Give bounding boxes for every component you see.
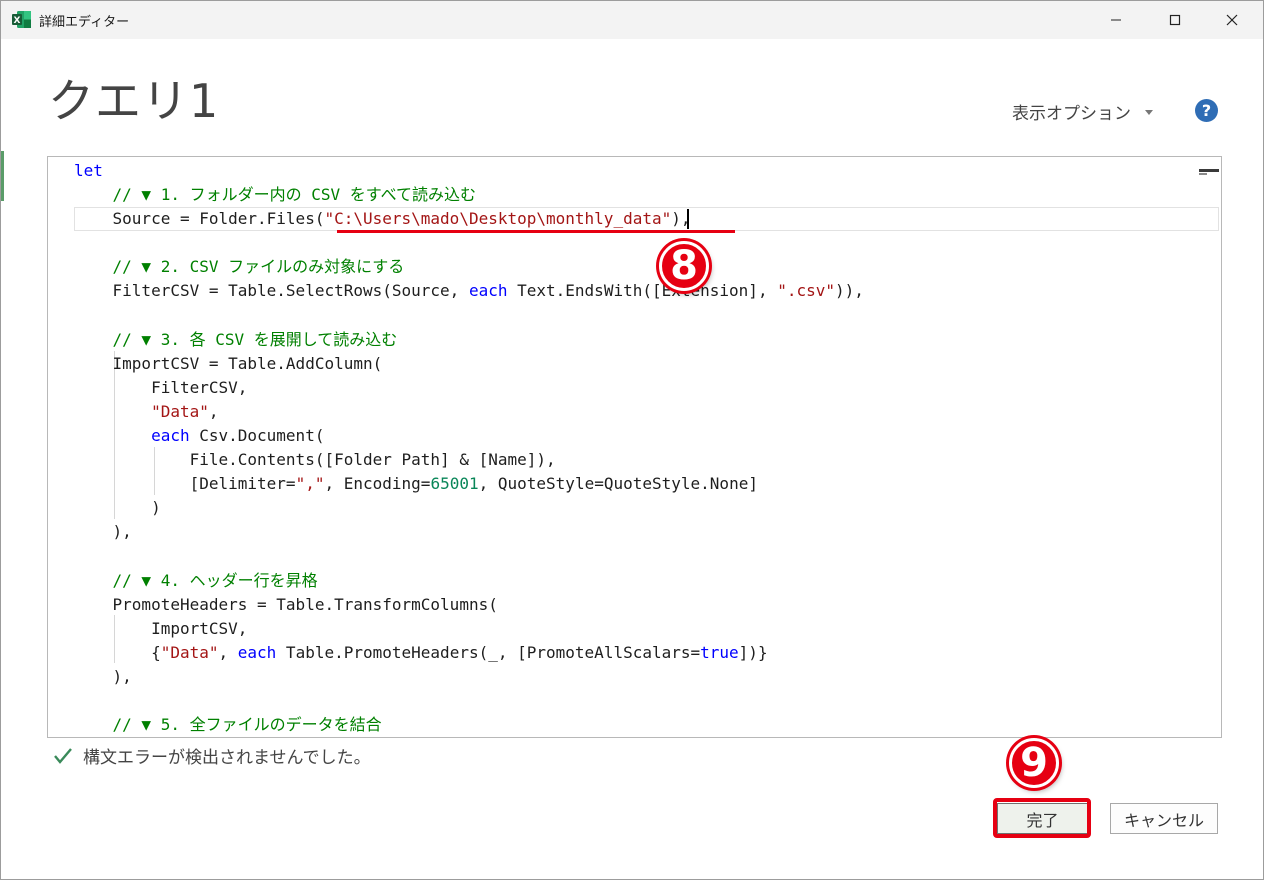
code-token: FilterCSV = Table.SelectRows(Source, [74, 281, 469, 301]
window-title: 詳細エディター [39, 15, 130, 30]
code-token: "C:\Users\mado\Desktop\monthly_data" [324, 209, 672, 229]
text-cursor [687, 209, 689, 229]
code-token: true [700, 642, 739, 662]
code-line: ImportCSV = Table.AddColumn( [74, 352, 864, 376]
code-line: let [74, 159, 864, 183]
code-token: , QuoteStyle=QuoteStyle.None] [478, 474, 758, 494]
code-token: ImportCSV, [74, 618, 248, 638]
maximize-icon [1169, 14, 1181, 26]
code-line: // ▼ 3. 各 CSV を展開して読み込む [74, 328, 864, 352]
code-token: // ▼ 2. CSV ファイルのみ対象にする [74, 257, 405, 277]
code-token: 65001 [430, 474, 479, 494]
close-button[interactable] [1209, 1, 1255, 39]
code-line: [Delimiter=",", Encoding=65001, QuoteSty… [74, 472, 864, 496]
code-line: "Data", [74, 400, 864, 424]
code-line: ) [74, 496, 864, 520]
help-icon[interactable]: ? [1195, 99, 1218, 122]
code-line: // ▼ 1. フォルダー内の CSV をすべて読み込む [74, 183, 864, 207]
display-options-label: 表示オプション [1012, 104, 1131, 124]
code-token: each [237, 642, 277, 662]
excel-icon: X [12, 11, 31, 28]
query-title: クエリ1 [48, 74, 220, 128]
code-line: // ▼ 5. 全ファイルのデータを結合 [74, 713, 864, 737]
svg-text:X: X [14, 16, 21, 26]
chevron-down-icon [1145, 110, 1153, 115]
code-line: File.Contents([Folder Path] & [Name]), [74, 448, 864, 472]
code-token: , [208, 401, 219, 421]
code-token: each [468, 281, 508, 301]
code-token: ".csv" [777, 281, 835, 301]
code-token: , Encoding= [324, 474, 431, 494]
code-token: Source = Folder.Files( [74, 209, 325, 229]
code-token: ), [74, 666, 132, 686]
code-token: each [151, 426, 190, 446]
code-token: ImportCSV = Table.AddColumn( [74, 353, 383, 373]
title-bar: X 詳細エディター [1, 1, 1263, 39]
advanced-editor-window: X 詳細エディター クエリ1 表示オプション ? let // ▼ 1. フォル… [0, 0, 1264, 880]
code-token: , [218, 642, 238, 662]
code-token: "," [295, 474, 325, 494]
path-underline-annotation [337, 230, 735, 233]
code-line: FilterCSV = Table.SelectRows(Source, eac… [74, 279, 864, 303]
background-strip [1, 151, 4, 201]
code-token: ), [74, 522, 132, 542]
code-token: )), [835, 281, 864, 301]
code-line: ), [74, 665, 864, 689]
code-token: File.Contents([Folder Path] & [Name]), [74, 450, 556, 470]
code-line: // ▼ 2. CSV ファイルのみ対象にする [74, 255, 864, 279]
code-token: Text.EndsWith([Extension], [507, 281, 778, 301]
minimize-icon [1111, 19, 1121, 21]
cancel-button[interactable]: キャンセル [1110, 803, 1218, 834]
code-token: // ▼ 5. 全ファイルのデータを結合 [74, 715, 382, 735]
minimap[interactable] [1199, 169, 1219, 172]
minimize-button[interactable] [1093, 1, 1139, 39]
code-editor[interactable]: let // ▼ 1. フォルダー内の CSV をすべて読み込む Source … [47, 156, 1222, 738]
code-token: PromoteHeaders = Table.TransformColumns( [74, 594, 498, 614]
code-line: FilterCSV, [74, 376, 864, 400]
maximize-button[interactable] [1152, 1, 1198, 39]
done-button-annotation [993, 798, 1091, 838]
syntax-status: 構文エラーが検出されませんでした。 [53, 743, 371, 768]
close-icon [1226, 14, 1238, 26]
code-line: each Csv.Document( [74, 424, 864, 448]
code-token: { [74, 642, 161, 662]
status-text: 構文エラーが検出されませんでした。 [83, 748, 371, 768]
code-text: let // ▼ 1. フォルダー内の CSV をすべて読み込む Source … [74, 159, 864, 737]
minimap-viewport [1199, 173, 1207, 175]
code-line: // ▼ 4. ヘッダー行を昇格 [74, 569, 864, 593]
display-options-dropdown[interactable]: 表示オプション [1012, 99, 1153, 124]
code-token: // ▼ 1. フォルダー内の CSV をすべて読み込む [74, 185, 476, 205]
code-line: ), [74, 520, 864, 544]
step-8-callout: 8 [659, 241, 709, 291]
code-token: let [74, 161, 103, 180]
code-token: // ▼ 3. 各 CSV を展開して読み込む [74, 329, 398, 349]
code-token: // ▼ 4. ヘッダー行を昇格 [74, 570, 318, 590]
code-line: Source = Folder.Files("C:\Users\mado\Des… [74, 207, 864, 231]
code-token: FilterCSV, [74, 377, 248, 397]
code-token: Table.PromoteHeaders(_, [PromoteAllScala… [276, 642, 701, 662]
code-token: "Data" [151, 401, 209, 421]
code-token: Csv.Document( [189, 426, 325, 446]
code-token: "Data" [160, 642, 219, 662]
code-token: [Delimiter= [74, 474, 296, 494]
code-token: ) [74, 498, 161, 518]
check-icon [54, 747, 72, 764]
code-line: ImportCSV, [74, 617, 864, 641]
step-9-callout: 9 [1009, 738, 1059, 788]
code-line: {"Data", each Table.PromoteHeaders(_, [P… [74, 641, 864, 665]
code-line: PromoteHeaders = Table.TransformColumns( [74, 593, 864, 617]
code-token: ])} [738, 642, 768, 662]
